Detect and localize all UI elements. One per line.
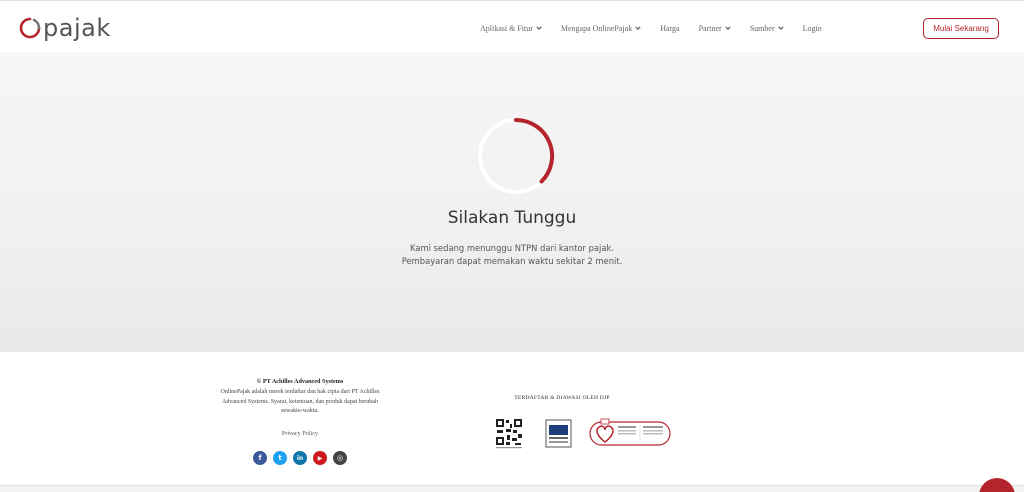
chevron-down-icon <box>635 26 641 31</box>
nav-item-sumber[interactable]: Sumber <box>750 24 784 33</box>
chevron-down-icon <box>777 26 784 31</box>
loading-message-line2: Pembayaran dapat memakan waktu sekitar 2… <box>401 256 623 266</box>
loading-message-line1: Kami sedang menunggu NTPN dari kantor pa… <box>409 243 615 253</box>
facebook-icon[interactable]: f <box>253 451 267 465</box>
logo-text: pajak <box>43 14 111 42</box>
nav-item-partner[interactable]: Partner <box>699 24 731 33</box>
social-links: f t in ▶ ◎ <box>253 451 353 465</box>
nav-item-mengapa-onlinepajak[interactable]: Mengapa OnlinePajak <box>561 24 641 33</box>
chevron-down-icon <box>536 26 542 31</box>
privacy-policy-link[interactable]: Privacy Policy <box>213 430 387 437</box>
nav-item-aplikasi-fitur[interactable]: Aplikasi & Fitur <box>480 24 542 33</box>
certification-badges <box>495 418 671 449</box>
bottom-bar <box>0 485 1024 492</box>
footer-company: © PT Achilles Advanced Systems <box>256 378 344 385</box>
iso-certification-icon[interactable] <box>589 418 671 446</box>
twitter-icon[interactable]: t <box>273 451 287 465</box>
loading-spinner-icon <box>478 117 555 194</box>
djp-badge-icon[interactable] <box>545 419 572 448</box>
nav-item-harga[interactable]: Harga <box>660 24 679 33</box>
logo-mark-icon <box>19 17 41 39</box>
footer-description: OnlinePajak adalah merek terdaftar dan h… <box>220 389 380 414</box>
mulai-sekarang-button[interactable]: Mulai Sekarang <box>923 18 999 39</box>
instagram-icon[interactable]: ◎ <box>333 451 347 465</box>
site-header: pajak Aplikasi & Fitur Mengapa OnlinePaj… <box>0 0 1024 54</box>
registered-title: TERDAFTAR & DIAWASI OLEH DJP <box>514 395 610 401</box>
linkedin-icon[interactable]: in <box>293 451 307 465</box>
main-nav: Aplikasi & Fitur Mengapa OnlinePajak Har… <box>480 1 841 55</box>
page-title: Silakan Tunggu <box>447 208 577 228</box>
logo[interactable]: pajak <box>19 13 111 43</box>
youtube-icon[interactable]: ▶ <box>313 451 327 465</box>
site-footer: © PT Achilles Advanced Systems OnlinePaj… <box>0 352 1024 486</box>
nav-item-login[interactable]: Login <box>803 24 822 33</box>
chevron-down-icon <box>725 26 731 31</box>
loading-section: Silakan Tunggu Kami sedang menunggu NTPN… <box>0 55 1024 352</box>
qr-code-icon[interactable] <box>495 418 523 449</box>
